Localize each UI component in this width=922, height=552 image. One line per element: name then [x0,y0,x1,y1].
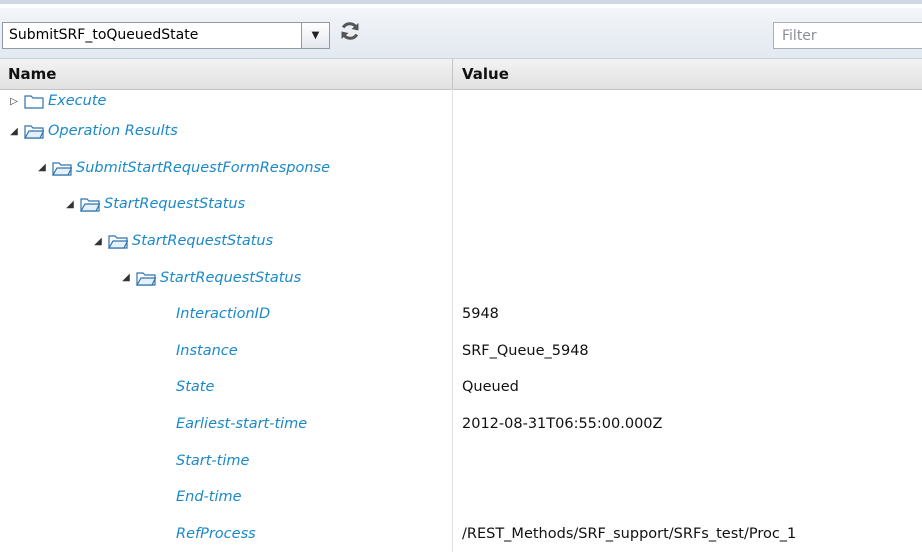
column-divider [452,442,453,479]
row-value: 5948 [462,306,499,323]
row-name-cell: ◢ StartRequestStatus [92,233,273,249]
row-name-cell: InteractionID [176,306,270,322]
row-label: StartRequestStatus [104,196,246,213]
row-name-cell: ◢ StartRequestStatus [64,196,245,212]
collapse-arrow-icon[interactable]: ◢ [120,272,132,283]
row-label: RefProcess [176,525,256,542]
operation-select[interactable]: SubmitSRF_toQueuedState ▼ [2,22,330,49]
folder-icon [24,95,44,109]
column-divider [452,149,453,187]
column-divider [452,405,453,443]
table-row[interactable]: ◢ Operation Results [0,113,922,150]
table-row[interactable]: ◢ StartRequestStatus [0,186,922,223]
refresh-icon[interactable] [339,20,361,42]
row-name-cell: Start-time [176,453,249,469]
row-label: Operation Results [48,123,178,140]
row-value: SRF_Queue_5948 [462,342,589,359]
row-name-cell: ▷ Execute [8,93,106,109]
tree-table: ▷ Execute ◢ Operation Results ◢ SubmitStartRe… [0,89,922,552]
table-row[interactable]: InteractionID 5948 [0,295,922,333]
row-label: InteractionID [176,306,271,323]
value-column-header: Value [462,65,509,83]
column-divider [452,259,453,296]
operation-select-value: SubmitSRF_toQueuedState [9,27,199,43]
table-row[interactable]: End-time [0,478,922,516]
table-row[interactable]: ▷ Execute [0,89,922,113]
table-header: Name Value [0,59,922,90]
table-row[interactable]: Start-time [0,442,922,479]
column-divider [452,295,453,333]
row-value: Queued [462,379,519,396]
folder-icon [24,125,44,139]
row-name-cell: RefProcess [176,526,256,542]
column-divider [452,332,453,370]
row-label: Execute [48,93,107,109]
column-divider [452,369,453,406]
chevron-down-icon[interactable]: ▼ [301,23,329,48]
collapse-arrow-icon[interactable]: ◢ [36,162,48,173]
row-label: SubmitStartRequestFormResponse [76,159,330,176]
row-label: State [176,379,215,396]
row-name-cell: ◢ SubmitStartRequestFormResponse [36,160,330,176]
collapse-arrow-icon[interactable]: ◢ [8,126,20,137]
folder-icon [52,162,72,176]
row-label: Instance [176,342,238,359]
column-divider [452,59,453,89]
column-divider [452,222,453,260]
row-name-cell: End-time [176,489,242,505]
folder-icon [108,235,128,249]
row-label: End-time [176,489,242,506]
table-row[interactable]: RefProcess/REST_Methods/SRF_support/SRFs… [0,515,922,552]
row-label: Start-time [176,452,250,469]
table-row[interactable]: ◢ SubmitStartRequestFormResponse [0,149,922,187]
row-name-cell: State [176,379,214,395]
collapse-arrow-icon[interactable]: ◢ [92,236,104,247]
column-divider [452,89,453,113]
collapse-arrow-icon[interactable]: ◢ [64,199,76,210]
row-name-cell: Earliest-start-time [176,416,307,432]
folder-icon [80,198,100,213]
column-divider [452,186,453,223]
table-row[interactable]: Earliest-start-time 2012-08-31T06:55:00.0… [0,405,922,443]
column-divider [452,113,453,150]
row-value: 2012-08-31T06:55:00.000Z [462,416,663,433]
row-name-cell: ◢ StartRequestStatus [120,270,301,286]
row-name-cell: ◢ Operation Results [8,123,178,139]
row-label: Earliest-start-time [176,416,308,433]
column-divider [452,515,453,552]
table-row[interactable]: ◢ StartRequestStatus [0,222,922,260]
table-row[interactable]: State Queued [0,369,922,406]
column-divider [452,478,453,516]
row-label: StartRequestStatus [160,269,302,286]
top-border [0,0,922,4]
table-row[interactable]: Instance SRF_Queue_5948 [0,332,922,370]
folder-icon [136,272,156,286]
toolbar: SubmitSRF_toQueuedState ▼ [0,8,922,59]
row-name-cell: Instance [176,343,238,359]
name-column-header: Name [8,65,57,83]
filter-input[interactable] [773,22,922,49]
expand-arrow-icon[interactable]: ▷ [8,96,20,107]
table-row[interactable]: ◢ StartRequestStatus [0,259,922,296]
row-value: /REST_Methods/SRF_support/SRFs_test/Proc… [462,525,797,542]
row-label: StartRequestStatus [132,233,274,250]
